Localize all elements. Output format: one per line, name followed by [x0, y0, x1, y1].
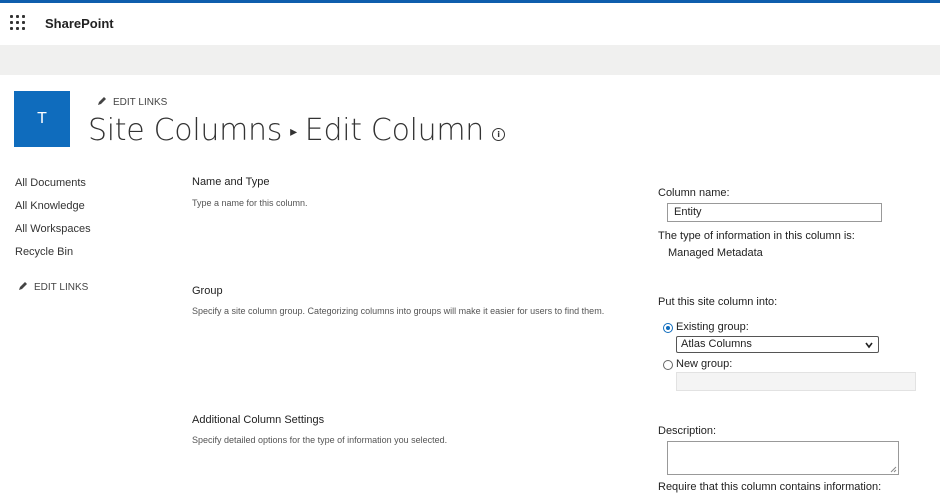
section-desc-additional: Specify detailed options for the type of…	[192, 435, 448, 445]
column-name-input[interactable]: Entity	[667, 203, 882, 222]
section-title-name-type: Name and Type	[192, 176, 270, 188]
edit-links-top[interactable]: EDIT LINKS	[97, 96, 167, 108]
existing-group-select[interactable]: Atlas Columns	[676, 336, 879, 353]
pencil-icon	[98, 97, 106, 105]
section-desc-name-type: Type a name for this column.	[192, 198, 308, 208]
nav-item-all-documents[interactable]: All Documents	[15, 176, 91, 199]
section-title-additional: Additional Column Settings	[192, 414, 325, 426]
new-group-radio[interactable]	[663, 360, 673, 370]
resize-grip-icon[interactable]	[889, 465, 897, 473]
pencil-icon	[19, 282, 27, 290]
app-launcher-icon[interactable]	[10, 15, 26, 31]
edit-links-left-label: EDIT LINKS	[34, 282, 89, 293]
section-desc-group: Specify a site column group. Categorizin…	[192, 306, 605, 316]
info-icon[interactable]: i	[492, 128, 506, 141]
breadcrumb-separator-icon: ▸	[290, 124, 297, 140]
existing-group-radio[interactable]	[663, 323, 673, 333]
description-textarea[interactable]	[667, 441, 899, 475]
existing-group-selected: Atlas Columns	[681, 338, 752, 350]
section-title-group: Group	[192, 285, 223, 297]
edit-links-left[interactable]: EDIT LINKS	[18, 281, 88, 293]
nav-item-recycle-bin[interactable]: Recycle Bin	[15, 245, 91, 268]
suite-bar: SharePoint	[0, 3, 940, 45]
new-group-label: New group:	[676, 358, 733, 370]
require-label: Require that this column contains inform…	[658, 481, 882, 493]
left-navigation: All Documents All Knowledge All Workspac…	[15, 176, 91, 268]
new-group-input[interactable]	[676, 372, 916, 391]
breadcrumb-parent[interactable]: Site Columns	[88, 113, 282, 148]
type-label: The type of information in this column i…	[658, 230, 855, 242]
page-title: Site Columns ▸ Edit Column i	[88, 113, 506, 148]
nav-item-all-workspaces[interactable]: All Workspaces	[15, 222, 91, 245]
chevron-down-icon	[865, 342, 873, 349]
app-name[interactable]: SharePoint	[45, 16, 114, 31]
edit-links-top-label: EDIT LINKS	[113, 97, 168, 108]
command-bar	[0, 45, 940, 75]
breadcrumb-current: Edit Column	[304, 113, 485, 148]
type-value: Managed Metadata	[668, 247, 763, 259]
description-label: Description:	[658, 425, 717, 437]
site-logo-tile[interactable]: T	[14, 91, 70, 147]
existing-group-label: Existing group:	[676, 321, 749, 333]
put-into-label: Put this site column into:	[658, 296, 778, 308]
column-name-label: Column name:	[658, 187, 730, 199]
nav-item-all-knowledge[interactable]: All Knowledge	[15, 199, 91, 222]
